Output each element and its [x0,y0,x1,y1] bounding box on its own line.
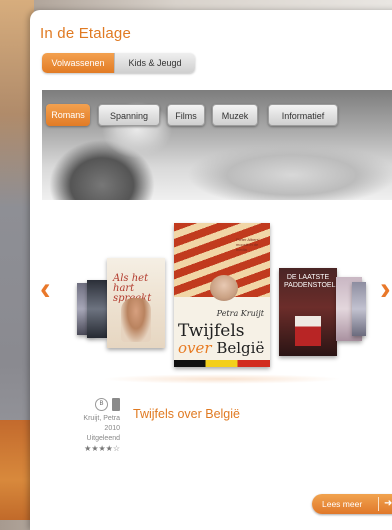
cover-title-over: over [178,339,212,357]
meta-status: Uitgeleend [86,435,120,442]
book-cover-illustration [295,316,321,346]
book-cover-twijfels-over-belgie[interactable]: Pieter Albers' moordt in de media Petra … [174,223,270,367]
tab-volwassenen[interactable]: Volwassenen [42,53,114,73]
lees-meer-button[interactable]: Lees meer ➜ [312,494,392,514]
genre-spanning[interactable]: Spanning [98,104,160,126]
banner: Romans Spanning Films Muzek Informatief [42,90,392,200]
cover-author: Petra Kruijt [216,309,264,318]
book-cover-de-laatste-paddenstoel[interactable]: DE LAATSTE PADDENSTOEL [279,268,337,356]
book-icon [112,398,120,411]
book-cover-title: DE LAATSTE PADDENSTOEL [284,274,336,289]
book-meta: B Kruijt, Petra 2010 Uitgeleend ★★★★☆ [70,398,120,454]
audience-tabs: Volwassenen Kids & Jeugd [42,53,195,73]
tab-kids-jeugd[interactable]: Kids & Jeugd [114,53,195,73]
carousel-reflection [42,372,392,386]
button-divider [378,497,379,511]
selected-book-title[interactable]: Twijfels over België [133,407,240,421]
cover-face-illustration [210,275,238,301]
background-photo-orange [0,420,34,520]
genre-romans[interactable]: Romans [46,104,90,126]
chevron-right-icon[interactable]: › [380,270,391,307]
genre-muzek[interactable]: Muzek [212,104,258,126]
book-cover-als-het-hart-spreekt[interactable]: Als het hart spreekt [107,258,165,348]
cover-title-line2: over België [178,339,264,357]
meta-author: Kruijt, Petra [83,415,120,422]
cover-title-line1: Twijfels [178,321,245,341]
lees-meer-label: Lees meer [322,499,363,509]
arrow-right-icon: ➜ [384,498,392,509]
etalage-panel: In de Etalage Volwassenen Kids & Jeugd R… [30,10,392,530]
book-cover-far-right[interactable] [352,282,366,336]
meta-icons: B [70,398,120,411]
cover-tagline: Pieter Albers' moordt in de media [236,237,260,252]
panel-title: In de Etalage [40,25,132,42]
book-cover-illustration [121,298,151,342]
meta-year: 2010 [104,425,120,432]
badge-icon: B [95,398,108,411]
rating-stars: ★★★★☆ [84,444,120,453]
cover-title-rest: België [216,339,265,357]
chevron-left-icon[interactable]: ‹ [40,270,51,307]
book-cover-left[interactable] [87,280,107,338]
genre-films[interactable]: Films [167,104,205,126]
genre-informatief[interactable]: Informatief [268,104,338,126]
belgian-flag-stripe [174,360,270,367]
